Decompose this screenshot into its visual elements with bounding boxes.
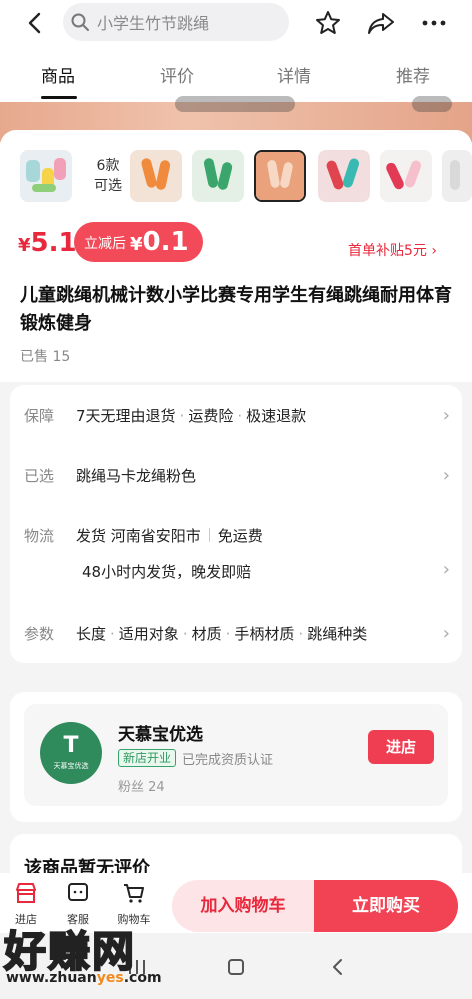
coupon-label: 立减后 bbox=[84, 236, 126, 252]
param-item: 材质 bbox=[191, 625, 222, 643]
sold-count: 已售 15 bbox=[20, 349, 71, 365]
product-title: 儿童跳绳机械计数小学比赛专用学生有绳跳绳耐用体育锻炼健身 bbox=[20, 285, 452, 334]
variant-thumb-5[interactable] bbox=[318, 150, 370, 202]
search-icon bbox=[63, 12, 97, 32]
shipping-fee: 免运费 bbox=[217, 527, 263, 545]
guarantee-label: 保障 bbox=[24, 407, 55, 425]
tab-details[interactable]: 详情 bbox=[277, 62, 311, 87]
param-item: 适用对象 bbox=[118, 625, 179, 643]
store-icon bbox=[16, 883, 36, 903]
star-icon[interactable] bbox=[313, 8, 343, 38]
chevron-right-icon: › bbox=[442, 405, 450, 426]
selected-value: 跳绳马卡龙绳粉色 bbox=[76, 467, 197, 485]
price-currency: ¥ bbox=[18, 235, 31, 256]
first-order-subsidy-link[interactable]: 首单补贴5元 › bbox=[348, 240, 437, 260]
original-price: ¥5.1 bbox=[18, 228, 77, 258]
tab-product[interactable]: 商品 bbox=[41, 62, 75, 87]
store-logo-letter: T bbox=[63, 733, 79, 758]
param-item: 长度 bbox=[76, 625, 107, 643]
tab-reviews[interactable]: 评价 bbox=[160, 62, 194, 87]
search-input[interactable]: 小学生竹节跳绳 bbox=[63, 3, 289, 41]
store-info[interactable]: T 天慕宝优选 天慕宝优选 新店开业 已完成资质认证 粉丝 24 进店 bbox=[24, 704, 448, 806]
coupon-price-badge: 立减后 ¥0.1 bbox=[74, 222, 203, 262]
variant-count[interactable]: 6款 可选 bbox=[88, 156, 128, 196]
cart-icon bbox=[124, 884, 144, 903]
image-counter-pill bbox=[412, 96, 452, 112]
new-store-badge: 新店开业 bbox=[118, 749, 177, 767]
coupon-price: 0.1 bbox=[142, 227, 189, 257]
search-text: 小学生竹节跳绳 bbox=[97, 14, 210, 33]
coupon-currency: ¥ bbox=[130, 234, 143, 255]
chevron-right-icon: › bbox=[442, 465, 450, 486]
tab-recommend[interactable]: 推荐 bbox=[396, 62, 430, 87]
product-info-card: 保障 7天无理由退货 · 运费险 · 极速退款 › 已选 跳绳马卡龙绳粉色 › 物流 发… bbox=[10, 385, 462, 663]
tab-active-indicator bbox=[41, 96, 77, 99]
variant-thumbnails: 6款 可选 bbox=[20, 150, 472, 206]
watermark-url-part: .com bbox=[123, 970, 162, 986]
selected-label: 已选 bbox=[24, 467, 55, 485]
watermark-url-part: www.zhuan bbox=[6, 970, 97, 986]
store-name: 天慕宝优选 bbox=[118, 725, 203, 745]
variant-count-number: 6款 bbox=[96, 158, 120, 174]
param-item: 跳绳种类 bbox=[307, 625, 368, 643]
variant-thumb-4-selected[interactable] bbox=[254, 150, 306, 202]
store-card: T 天慕宝优选 天慕宝优选 新店开业 已完成资质认证 粉丝 24 进店 bbox=[10, 692, 462, 822]
back-nav-icon[interactable] bbox=[328, 957, 348, 981]
watermark-url: www.zhuanyes.com bbox=[6, 970, 162, 986]
home-icon[interactable] bbox=[226, 957, 246, 981]
guarantee-item: 7天无理由退货 bbox=[76, 407, 176, 425]
watermark-url-part: yes bbox=[96, 970, 124, 986]
guarantee-item: 极速退款 bbox=[246, 407, 307, 425]
logistics-values: 发货 河南省安阳市 免运费 bbox=[76, 525, 263, 546]
chevron-right-icon: › bbox=[442, 559, 450, 580]
variant-thumb-2[interactable] bbox=[130, 150, 182, 202]
logistics-label: 物流 bbox=[24, 527, 55, 545]
variant-thumb-7[interactable] bbox=[442, 150, 472, 202]
params-label: 参数 bbox=[24, 625, 55, 643]
variant-thumb-6[interactable] bbox=[380, 150, 432, 202]
top-bar: 小学生竹节跳绳 bbox=[0, 0, 472, 48]
enter-store-button[interactable]: 进店 bbox=[368, 730, 434, 764]
price-value: 5.1 bbox=[30, 228, 77, 258]
more-icon[interactable] bbox=[419, 8, 449, 38]
image-caption-pill bbox=[175, 96, 295, 112]
product-summary-card: 6款 可选 ¥5.1 立减后 ¥ 0.1 首单补贴5元 › 儿童跳绳机械计数小学… bbox=[0, 130, 472, 382]
variant-thumb-3[interactable] bbox=[192, 150, 244, 202]
ship-promise: 48小时内发货，晚发即赔 bbox=[82, 563, 252, 581]
ship-from: 发货 河南省安阳市 bbox=[76, 527, 201, 545]
variant-thumb-1[interactable] bbox=[20, 150, 72, 202]
chat-icon bbox=[68, 883, 88, 901]
site-watermark: 好赚网 www.zhuanyes.com bbox=[0, 910, 200, 999]
share-icon[interactable] bbox=[366, 8, 396, 38]
param-item: 手柄材质 bbox=[234, 625, 295, 643]
guarantee-item: 运费险 bbox=[188, 407, 234, 425]
fans-count: 粉丝 24 bbox=[118, 780, 165, 795]
guarantee-values: 7天无理由退货 · 运费险 · 极速退款 bbox=[76, 407, 307, 425]
params-values: 长度 · 适用对象 · 材质 · 手柄材质 · 跳绳种类 bbox=[76, 625, 368, 643]
store-logo: T 天慕宝优选 bbox=[40, 722, 102, 784]
certification-text: 已完成资质认证 bbox=[182, 753, 274, 768]
back-icon[interactable] bbox=[22, 9, 50, 37]
variant-count-label: 可选 bbox=[94, 178, 122, 194]
chevron-right-icon: › bbox=[442, 623, 450, 644]
product-page: 小学生竹节跳绳 商品 评价 详情 推荐 6款 可选 ¥5.1 立减后 ¥ 0.1… bbox=[0, 0, 472, 999]
store-logo-text: 天慕宝优选 bbox=[53, 762, 89, 770]
buy-now-button[interactable]: 立即购买 bbox=[314, 880, 458, 932]
tab-bar: 商品 评价 详情 推荐 bbox=[0, 48, 472, 102]
